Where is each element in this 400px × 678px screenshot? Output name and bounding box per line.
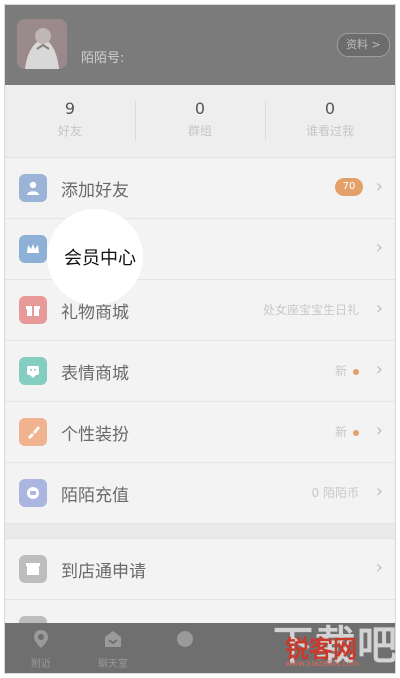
- menu-item-add-friend[interactable]: 添加好友 70 ›: [5, 158, 395, 219]
- tab-label: 聊天室: [98, 659, 128, 670]
- new-dot: [353, 368, 359, 375]
- chevron-right-icon: ›: [375, 237, 383, 258]
- stat-label: 谁看过我: [305, 124, 354, 138]
- stat-label: 群组: [187, 124, 212, 138]
- menu-item-personal-theme[interactable]: 个性装扮 新 ›: [5, 402, 395, 463]
- chevron-right-icon: ›: [375, 481, 383, 502]
- new-label: 新: [334, 364, 347, 378]
- stat-value: 9: [64, 99, 76, 118]
- chevron-right-icon: ›: [375, 359, 383, 380]
- emoticon-icon: [19, 357, 47, 385]
- menu-item-recharge[interactable]: 陌陌充值 0 陌陌币 ›: [5, 463, 395, 524]
- wallet-icon: [19, 479, 47, 507]
- profile-header[interactable]: 陌陌号: 资料 >: [5, 5, 395, 85]
- menu-item-emoticon-mall[interactable]: 表情商城 新 ›: [5, 341, 395, 402]
- app-screen: 陌陌号: 资料 > 9 好友 0 群组 0 谁看过我 添加好友 70 › › 礼…: [4, 4, 396, 674]
- chevron-right-icon: ›: [375, 176, 383, 197]
- chatroom-icon: [103, 631, 123, 653]
- chevron-right-icon: ›: [375, 557, 383, 578]
- menu-item-label: 到店通申请: [61, 562, 146, 582]
- chevron-right-icon: ›: [375, 420, 383, 441]
- menu-item-subtext: 新: [335, 423, 359, 440]
- discover-icon: [175, 631, 195, 653]
- menu-group: 添加好友 70 › › 礼物商城 处女座宝宝生日礼 › 表情商城 新 › 个性装…: [5, 157, 395, 524]
- menu-item-label: 添加好友: [61, 181, 129, 201]
- shop-icon: [19, 555, 47, 583]
- menu-item-label: 陌陌充值: [61, 486, 129, 506]
- tab-discover[interactable]: [149, 623, 221, 673]
- gift-icon: [19, 296, 47, 324]
- watermark-url: www.xiazaiba.com: [285, 659, 360, 668]
- tab-chatroom[interactable]: 聊天室: [77, 623, 149, 673]
- chevron-right-icon: ›: [375, 298, 383, 319]
- menu-item-label: 表情商城: [61, 364, 129, 384]
- stat-groups[interactable]: 0 群组: [135, 85, 265, 157]
- menu-item-label: 个性装扮: [61, 425, 129, 445]
- vip-center-label[interactable]: 会员中心: [64, 244, 136, 270]
- menu-item-store-apply[interactable]: 到店通申请 ›: [5, 539, 395, 600]
- tab-nearby[interactable]: 附近: [5, 623, 77, 673]
- profile-button[interactable]: 资料 >: [337, 33, 390, 57]
- stat-friends[interactable]: 9 好友: [5, 85, 135, 157]
- tab-label: 附近: [31, 659, 51, 670]
- person-add-icon: [19, 174, 47, 202]
- stat-visitors[interactable]: 0 谁看过我: [265, 85, 395, 157]
- menu-item-subtext: 处女座宝宝生日礼: [262, 303, 359, 317]
- stat-label: 好友: [57, 124, 82, 138]
- stats-bar: 9 好友 0 群组 0 谁看过我: [5, 85, 395, 157]
- watermark: 下载吧 锐客网 www.xiazaiba.com: [267, 609, 395, 673]
- location-pin-icon: [32, 630, 50, 653]
- section-divider: [5, 524, 395, 538]
- stat-value: 0: [324, 99, 336, 118]
- new-label: 新: [334, 425, 347, 439]
- momo-id-label: 陌陌号:: [81, 51, 125, 66]
- stat-value: 0: [194, 99, 206, 118]
- avatar[interactable]: [17, 19, 67, 69]
- menu-item-subtext: 新: [335, 362, 359, 379]
- new-dot: [353, 429, 359, 436]
- brush-icon: [19, 418, 47, 446]
- count-badge: 70: [335, 178, 363, 196]
- crown-icon: [19, 235, 47, 263]
- menu-item-subtext: 0 陌陌币: [311, 486, 359, 500]
